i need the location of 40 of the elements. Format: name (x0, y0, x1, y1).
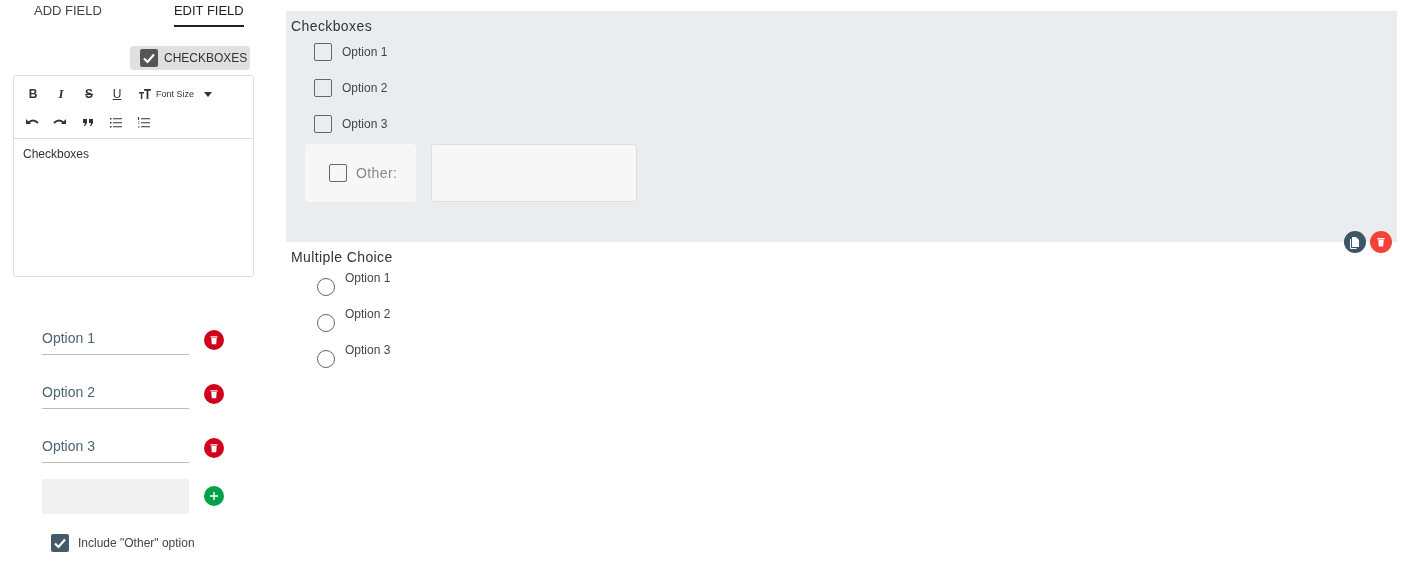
option-field[interactable]: Option 2 (42, 379, 189, 409)
delete-icon[interactable] (204, 330, 224, 350)
option-label: Option 2 (345, 307, 391, 321)
delete-icon[interactable] (204, 384, 224, 404)
other-input-field[interactable] (431, 144, 637, 202)
editor-text[interactable]: Checkboxes (14, 139, 99, 169)
delete-icon[interactable] (204, 438, 224, 458)
checkbox[interactable] (314, 79, 332, 97)
option-label: Option 1 (345, 271, 391, 285)
bold-button[interactable]: B (24, 87, 42, 101)
checkbox[interactable] (314, 115, 332, 133)
copy-icon[interactable] (1344, 231, 1366, 253)
caret-icon[interactable] (204, 91, 213, 97)
checkbox[interactable] (314, 43, 332, 61)
font-size-dropdown[interactable]: Font Size (138, 87, 213, 101)
other-option: Other: (305, 144, 416, 202)
delete-icon[interactable] (1370, 231, 1392, 253)
checkbox-label: Include "Other" option (78, 536, 195, 550)
option-label: Option 2 (342, 81, 388, 95)
checkbox[interactable] (51, 534, 69, 552)
option-label: Option 3 (345, 343, 391, 357)
option-label: Option 3 (342, 117, 388, 131)
option-label: Option 1 (342, 45, 388, 59)
checkbox[interactable] (140, 49, 158, 67)
field-card[interactable]: Checkboxes Option 1 Option 2 Option 3 Other: (286, 11, 1397, 242)
text-size-icon[interactable] (138, 87, 152, 101)
field-type-chip[interactable]: CHECKBOXES (130, 46, 250, 70)
add-icon[interactable] (204, 486, 224, 506)
option-field[interactable]: Option 3 (42, 433, 189, 463)
underline-button[interactable]: U (108, 87, 126, 101)
checkbox[interactable] (329, 164, 347, 182)
numbered-list-icon[interactable] (136, 114, 152, 130)
tab[interactable]: EDIT FIELD (173, 0, 244, 27)
tab[interactable]: ADD FIELD (34, 0, 102, 27)
field-title: Multiple Choice (291, 249, 393, 265)
field-title: Checkboxes (291, 18, 373, 34)
strike-button[interactable]: S (80, 87, 98, 101)
field-card[interactable]: Multiple Choice Option 1 Option 2 Option 3 (286, 242, 1397, 387)
italic-button[interactable]: I (52, 86, 70, 102)
option-field[interactable]: Option 1 (42, 325, 189, 355)
